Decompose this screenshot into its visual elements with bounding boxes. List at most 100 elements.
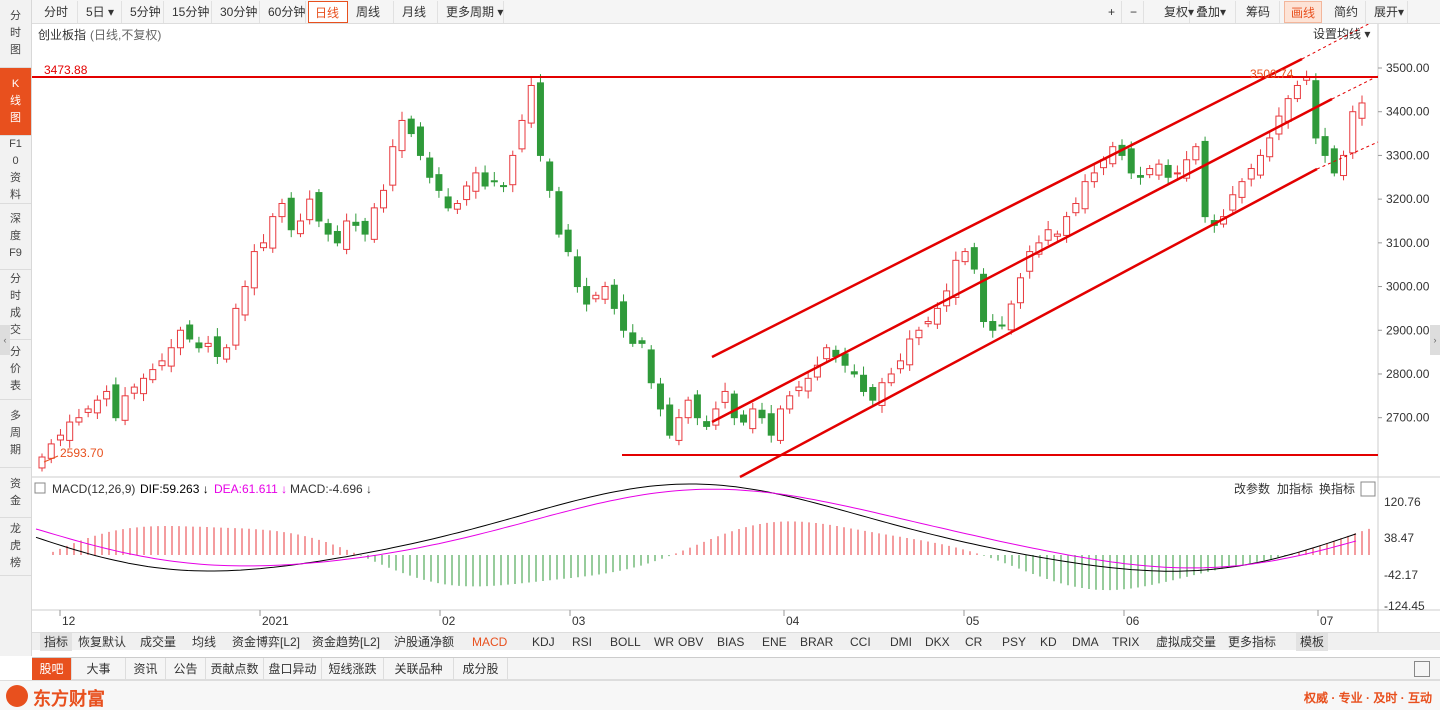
toolbar-right-4[interactable]: 筹码	[1240, 1, 1280, 23]
candle[interactable]	[933, 307, 941, 325]
candle[interactable]	[167, 347, 175, 367]
rail-item-2[interactable]: F10资料	[0, 136, 31, 204]
candle[interactable]	[896, 360, 904, 370]
candle[interactable]	[1358, 102, 1366, 119]
indicator-tab-7[interactable]: MACD	[472, 633, 507, 651]
candle[interactable]	[583, 286, 591, 305]
candle[interactable]	[740, 414, 748, 423]
candle[interactable]	[1192, 146, 1200, 161]
expand-panel-icon[interactable]	[1414, 661, 1430, 677]
candle[interactable]	[1146, 168, 1154, 176]
candle[interactable]	[841, 353, 849, 366]
indicator-tab-26[interactable]: 模板	[1296, 633, 1329, 651]
period-5[interactable]: 30分钟	[214, 1, 260, 23]
candle[interactable]	[1293, 84, 1301, 100]
info-tab-5[interactable]: 盘口异动	[264, 658, 322, 680]
toolbar-right-2[interactable]: 复权▾	[1158, 1, 1194, 23]
toolbar-right-7[interactable]: 展开▾	[1368, 1, 1408, 23]
candle[interactable]	[389, 146, 397, 186]
candle[interactable]	[1044, 229, 1052, 241]
candle[interactable]	[1266, 137, 1274, 158]
period-0[interactable]: 分时	[38, 1, 78, 23]
candle[interactable]	[887, 373, 895, 384]
candle[interactable]	[647, 349, 655, 384]
indicator-tab-6[interactable]: 沪股通净额	[394, 633, 454, 651]
indicator-tab-5[interactable]: 资金趋势[L2]	[312, 633, 380, 651]
candle[interactable]	[463, 185, 471, 201]
candle[interactable]	[601, 286, 609, 300]
candle[interactable]	[998, 324, 1006, 327]
candle[interactable]	[666, 404, 674, 436]
indicator-tab-18[interactable]: DKX	[925, 633, 950, 651]
candle[interactable]	[712, 408, 720, 426]
candle[interactable]	[573, 256, 581, 288]
indicator-tab-9[interactable]: RSI	[572, 633, 592, 651]
candle[interactable]	[961, 251, 969, 263]
candle[interactable]	[721, 390, 729, 403]
candle[interactable]	[260, 242, 268, 249]
indicator-tab-21[interactable]: KD	[1040, 633, 1057, 651]
candle[interactable]	[1090, 172, 1098, 183]
candle[interactable]	[989, 321, 997, 331]
rail-item-1[interactable]: K线图	[0, 68, 31, 136]
toolbar-right-6[interactable]: 简约	[1328, 1, 1366, 23]
candle[interactable]	[536, 82, 544, 156]
candle[interactable]	[213, 336, 221, 357]
candle[interactable]	[1155, 163, 1163, 176]
candle[interactable]	[1072, 203, 1080, 214]
channel-upper-line[interactable]	[711, 57, 1303, 359]
indicator-tab-22[interactable]: DMA	[1072, 633, 1099, 651]
candle[interactable]	[730, 393, 738, 419]
candle[interactable]	[786, 395, 794, 410]
indicator-tab-0[interactable]: 指标	[40, 633, 73, 651]
indicator-tab-24[interactable]: 虚拟成交量	[1156, 633, 1216, 651]
candle[interactable]	[1284, 98, 1292, 122]
channel-lower-line[interactable]	[739, 167, 1318, 479]
rail-item-0[interactable]: 分时图	[0, 0, 31, 68]
candle[interactable]	[823, 347, 831, 360]
candle[interactable]	[278, 203, 286, 218]
toolbar-right-1[interactable]: −	[1124, 1, 1144, 23]
info-tab-1[interactable]: 大事	[72, 658, 126, 680]
candle[interactable]	[1063, 216, 1071, 236]
candle[interactable]	[656, 383, 664, 410]
kline-chart[interactable]: 创业板指 (日线,不复权) 设置均线 ▾ 3500.00 3400.00 3300.00 3…	[32, 24, 1440, 632]
candle[interactable]	[490, 180, 498, 183]
candle[interactable]	[804, 377, 812, 392]
candle[interactable]	[610, 284, 618, 309]
candle[interactable]	[1127, 148, 1135, 174]
macd-toggle-icon[interactable]	[34, 482, 46, 494]
candle[interactable]	[444, 196, 452, 209]
info-tab-0[interactable]: 股吧	[32, 658, 72, 680]
candle[interactable]	[1229, 194, 1237, 211]
candle[interactable]	[158, 360, 166, 367]
candle[interactable]	[195, 342, 203, 349]
period-8[interactable]: 周线	[350, 1, 394, 23]
indicator-tab-15[interactable]: BRAR	[800, 633, 833, 651]
candle[interactable]	[924, 321, 932, 325]
candle[interactable]	[75, 417, 83, 423]
candle[interactable]	[1007, 303, 1015, 331]
candle[interactable]	[850, 371, 858, 375]
candle[interactable]	[112, 384, 120, 419]
toolbar-right-3[interactable]: 叠加▾	[1190, 1, 1236, 23]
candle[interactable]	[693, 394, 701, 419]
period-3[interactable]: 5分钟	[124, 1, 164, 23]
candle[interactable]	[361, 220, 369, 235]
candle[interactable]	[638, 340, 646, 344]
candle[interactable]	[66, 421, 74, 441]
candle[interactable]	[407, 118, 415, 135]
indicator-tab-12[interactable]: OBV	[678, 633, 703, 651]
candle[interactable]	[1016, 277, 1024, 304]
candle[interactable]	[324, 223, 332, 235]
candle[interactable]	[416, 126, 424, 156]
candle[interactable]	[860, 374, 868, 392]
toolbar-right-0[interactable]: +	[1102, 1, 1122, 23]
candle[interactable]	[84, 408, 92, 413]
indicator-tab-3[interactable]: 均线	[192, 633, 216, 651]
candle[interactable]	[518, 119, 526, 150]
candle[interactable]	[121, 395, 129, 421]
candle[interactable]	[564, 229, 572, 253]
candle[interactable]	[915, 329, 923, 339]
candle[interactable]	[906, 338, 914, 366]
